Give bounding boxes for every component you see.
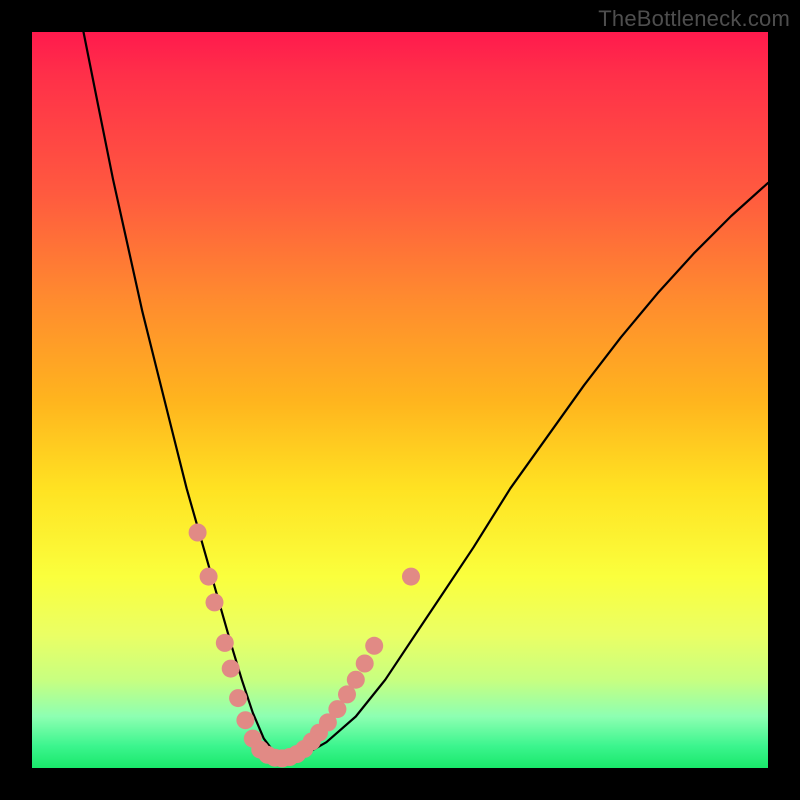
data-dot	[216, 634, 234, 652]
chart-frame: TheBottleneck.com	[0, 0, 800, 800]
data-dot	[356, 655, 374, 673]
plot-area	[32, 32, 768, 768]
data-dot	[206, 593, 224, 611]
bottleneck-curve	[84, 32, 769, 759]
data-dot	[229, 689, 247, 707]
data-dots	[189, 524, 420, 768]
data-dot	[189, 524, 207, 542]
data-dot	[222, 660, 240, 678]
data-dot	[236, 711, 254, 729]
data-dot	[365, 637, 383, 655]
watermark-text: TheBottleneck.com	[598, 6, 790, 32]
data-dot	[402, 568, 420, 586]
data-dot	[347, 671, 365, 689]
data-dot	[200, 568, 218, 586]
chart-svg	[32, 32, 768, 768]
data-dot	[328, 700, 346, 718]
